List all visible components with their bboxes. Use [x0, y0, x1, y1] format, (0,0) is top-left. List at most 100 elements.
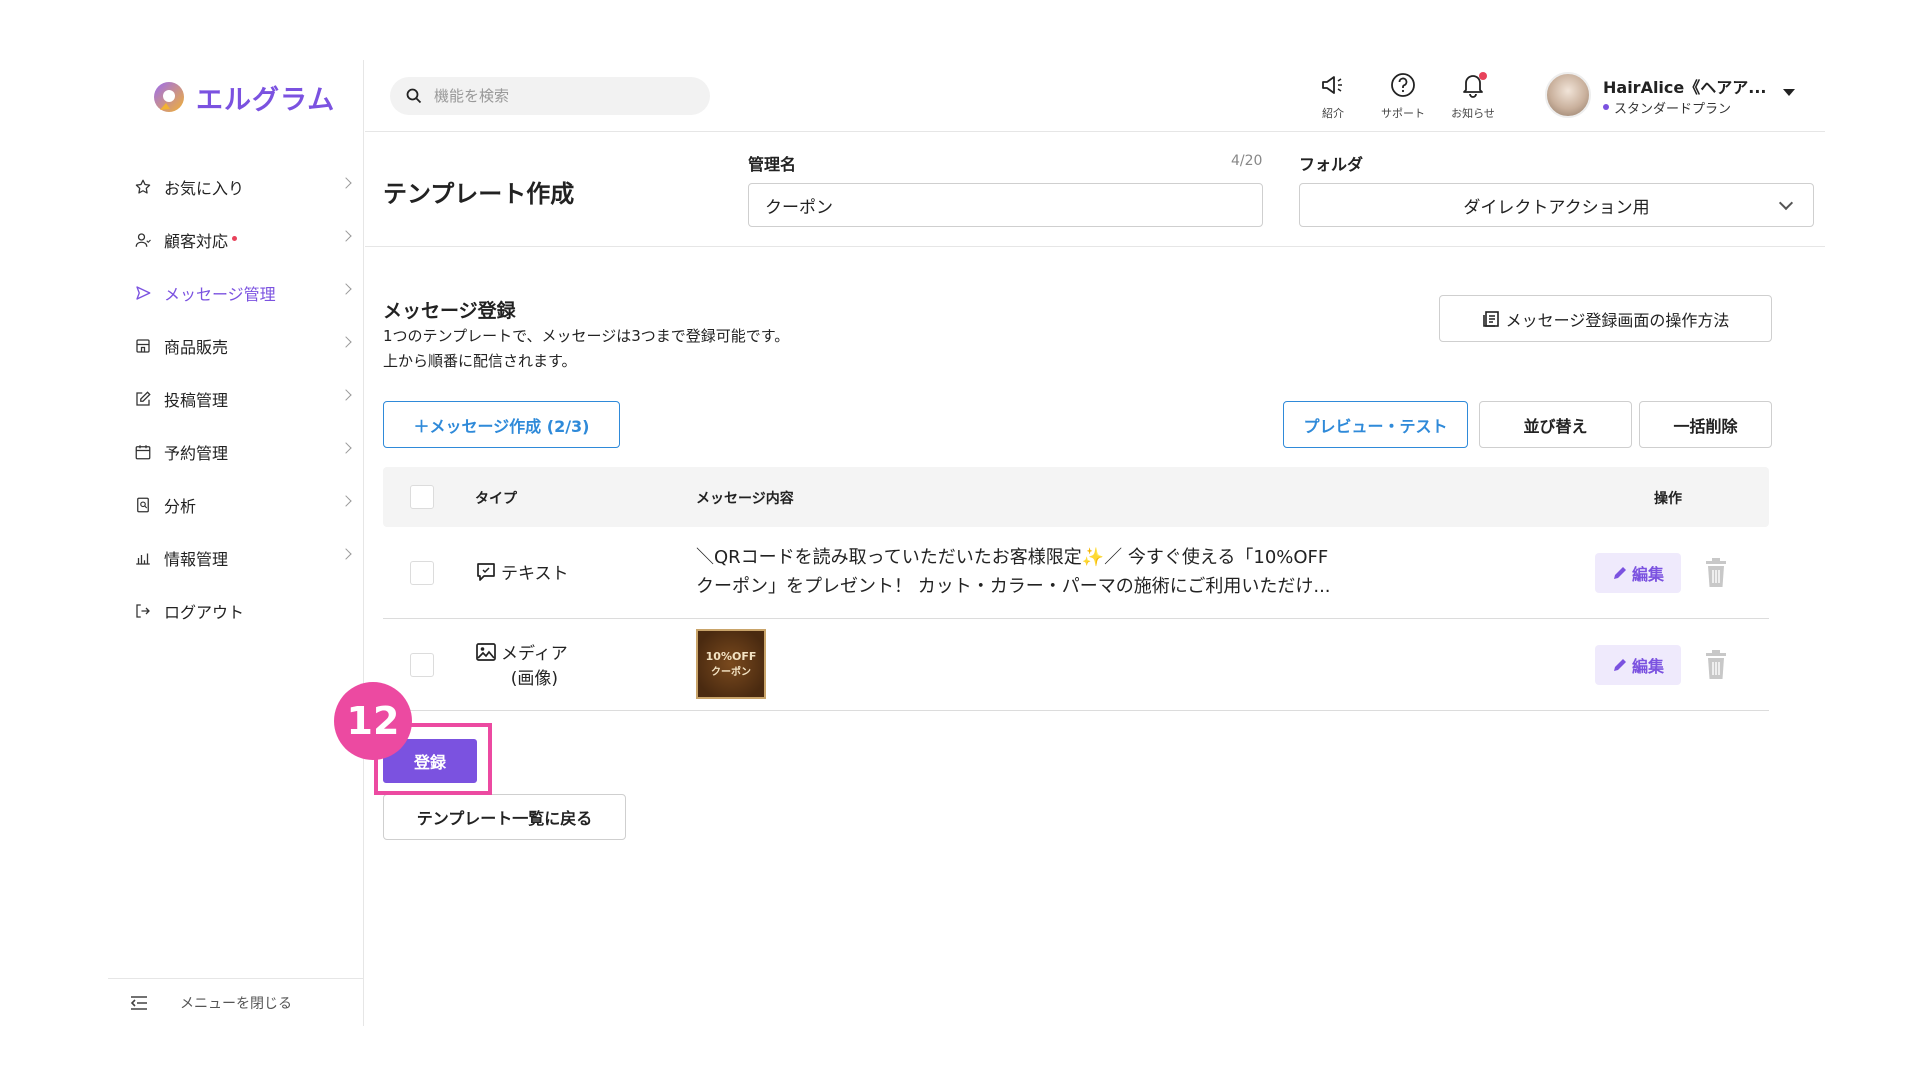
- referral-label: 紹介: [1322, 107, 1344, 120]
- sidebar-item-label: 予約管理: [164, 443, 229, 463]
- chevron-right-icon: [340, 230, 352, 242]
- section-title: メッセージ登録: [383, 300, 516, 322]
- app-logo[interactable]: エルグラム: [150, 78, 335, 117]
- notification-dot: [1479, 72, 1487, 80]
- edit-label: 編集: [1631, 565, 1664, 584]
- row-checkbox[interactable]: [410, 561, 434, 585]
- row-checkbox[interactable]: [410, 653, 434, 677]
- edit-button[interactable]: 編集: [1595, 553, 1681, 593]
- search-box[interactable]: [390, 77, 710, 115]
- howto-label: メッセージ登録画面の操作方法: [1505, 310, 1730, 330]
- type-label: メディア: [501, 644, 568, 664]
- notification-dot: [232, 236, 238, 241]
- logo-text: エルグラム: [196, 85, 336, 116]
- type-cell: テキスト: [475, 559, 569, 584]
- search-input[interactable]: [434, 87, 694, 105]
- sidebar-item-sales[interactable]: 商品販売: [108, 319, 364, 372]
- avatar: [1545, 72, 1591, 118]
- book-icon: [1482, 310, 1499, 327]
- chevron-down-icon: [1778, 195, 1794, 211]
- notifications-button[interactable]: お知らせ: [1443, 72, 1503, 121]
- logout-icon: [132, 600, 154, 622]
- sidebar-item-label: 投稿管理: [164, 390, 229, 410]
- column-content: メッセージ内容: [696, 491, 794, 507]
- preview-test-button[interactable]: プレビュー・テスト: [1283, 401, 1468, 448]
- select-all-checkbox[interactable]: [410, 485, 434, 509]
- trash-icon[interactable]: [1703, 558, 1729, 588]
- sidebar-item-label: 顧客対応: [164, 231, 229, 251]
- logo-icon: [154, 81, 184, 112]
- sidebar-item-analytics[interactable]: 分析: [108, 478, 364, 531]
- sidebar-item-info[interactable]: 情報管理: [108, 531, 364, 584]
- sidebar-item-label: 情報管理: [164, 549, 229, 569]
- shop-icon: [132, 335, 154, 357]
- support-label: サポート: [1381, 107, 1425, 120]
- sidebar-item-customers[interactable]: 顧客対応: [108, 213, 364, 266]
- type-sublabel: (画像): [510, 669, 559, 689]
- sidebar-item-messages[interactable]: メッセージ管理: [108, 266, 364, 319]
- chevron-right-icon: [340, 442, 352, 454]
- support-button[interactable]: サポート: [1373, 72, 1433, 121]
- page-title: テンプレート作成: [383, 180, 575, 208]
- plan-dot: [1603, 104, 1609, 110]
- user-icon: [132, 229, 154, 251]
- pencil-icon: [1613, 567, 1626, 579]
- folder-value: ダイレクトアクション用: [1463, 197, 1650, 218]
- coupon-image-thumbnail[interactable]: 10%OFF クーポン: [696, 629, 766, 699]
- search-icon: [406, 88, 422, 104]
- calendar-icon: [132, 441, 154, 463]
- content-line: ＼QRコードを読み取っていただいたお客様限定✨／ 今すぐ使える「10%OFF: [696, 547, 1329, 568]
- column-actions: 操作: [1654, 491, 1682, 507]
- help-icon: [1391, 73, 1415, 97]
- chevron-right-icon: [340, 283, 352, 295]
- sort-button[interactable]: 並び替え: [1479, 401, 1632, 448]
- sidebar-item-label: 分析: [164, 496, 197, 516]
- user-plan: スタンダードプラン: [1614, 101, 1732, 117]
- close-menu-button[interactable]: メニューを閉じる: [108, 978, 364, 1026]
- table-row: テキスト ＼QRコードを読み取っていただいたお客様限定✨／ 今すぐ使える「10%…: [383, 527, 1769, 619]
- table-row: メディア (画像) 10%OFF クーポン 編集: [383, 619, 1769, 711]
- sidebar-item-logout[interactable]: ログアウト: [108, 584, 364, 637]
- chevron-right-icon: [340, 177, 352, 189]
- step-badge: 12: [334, 682, 412, 760]
- template-name-input[interactable]: [748, 183, 1263, 227]
- sidebar-item-reservations[interactable]: 予約管理: [108, 425, 364, 478]
- message-content: ＼QRコードを読み取っていただいたお客様限定✨／ 今すぐ使える「10%OFF ク…: [696, 543, 1416, 601]
- user-menu[interactable]: HairAlice《ヘアア... スタンダードプラン: [1545, 72, 1795, 118]
- thumb-text: 10%OFF: [705, 650, 757, 663]
- column-type: タイプ: [475, 491, 517, 507]
- bulk-delete-button[interactable]: 一括削除: [1639, 401, 1772, 448]
- chevron-right-icon: [340, 495, 352, 507]
- chevron-right-icon: [340, 336, 352, 348]
- pencil-icon: [1613, 659, 1626, 671]
- user-name: HairAlice《ヘアア...: [1603, 77, 1767, 97]
- section-description: 1つのテンプレートで、メッセージは3つまで登録可能です。 上から順番に配信されま…: [383, 324, 789, 374]
- edit-label: 編集: [1631, 657, 1664, 676]
- sidebar-nav: お気に入り 顧客対応 メッセージ管理 商品販売 投稿管理 予約管理 分析 情報管…: [108, 160, 364, 637]
- bar-chart-icon: [132, 547, 154, 569]
- back-to-list-button[interactable]: テンプレート一覧に戻る: [383, 794, 626, 840]
- howto-button[interactable]: メッセージ登録画面の操作方法: [1439, 295, 1772, 342]
- description-line: 1つのテンプレートで、メッセージは3つまで登録可能です。: [383, 327, 790, 345]
- description-line: 上から順番に配信されます。: [383, 352, 577, 370]
- close-menu-label: メニューを閉じる: [180, 995, 292, 1012]
- sidebar-item-favorites[interactable]: お気に入り: [108, 160, 364, 213]
- sidebar-item-posts[interactable]: 投稿管理: [108, 372, 364, 425]
- trash-icon[interactable]: [1703, 650, 1729, 680]
- thumb-text: クーポン: [711, 667, 751, 678]
- chevron-right-icon: [340, 548, 352, 560]
- table-header: タイプ メッセージ内容 操作: [383, 467, 1769, 527]
- edit-button[interactable]: 編集: [1595, 645, 1681, 685]
- sidebar-item-label: メッセージ管理: [164, 284, 276, 304]
- sidebar-item-label: お気に入り: [164, 178, 245, 198]
- folder-select[interactable]: ダイレクトアクション用: [1299, 183, 1814, 227]
- menu-collapse-icon: [130, 995, 147, 1010]
- megaphone-icon: [1322, 76, 1342, 94]
- send-icon: [132, 282, 154, 304]
- name-label: 管理名: [748, 155, 797, 174]
- caret-down-icon: [1782, 88, 1795, 96]
- referral-button[interactable]: 紹介: [1303, 72, 1363, 121]
- create-message-button[interactable]: ＋メッセージ作成 (2/3): [383, 401, 620, 448]
- sidebar-item-label: 商品販売: [164, 337, 229, 357]
- template-settings-row: テンプレート作成 管理名 4/20 フォルダ ダイレクトアクション用: [365, 132, 1825, 247]
